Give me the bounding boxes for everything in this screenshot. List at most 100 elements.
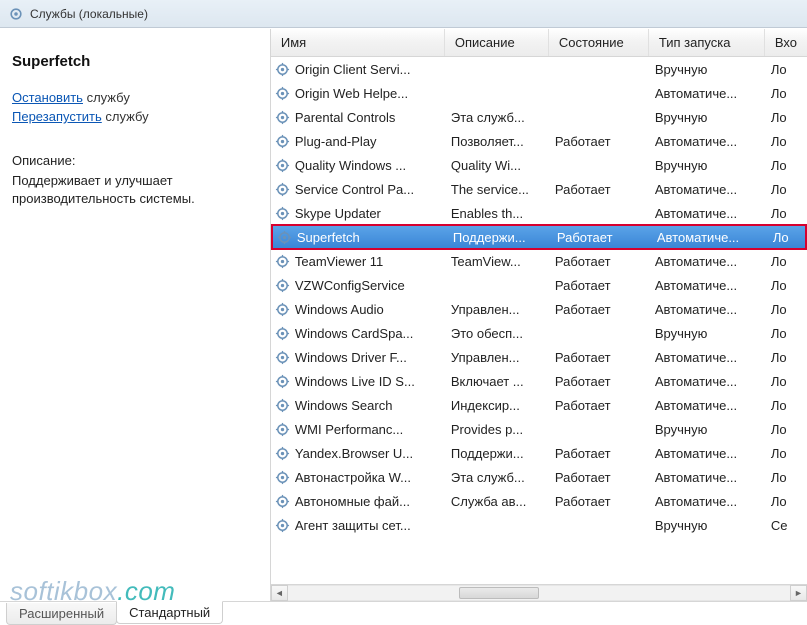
scroll-left-arrow[interactable]: ◄ bbox=[271, 585, 288, 601]
table-row[interactable]: TeamViewer 11TeamView...РаботаетАвтомати… bbox=[271, 249, 807, 273]
service-gear-icon bbox=[275, 517, 291, 533]
cell-logon: Се bbox=[765, 518, 807, 533]
description-text: Поддерживает и улучшает производительнос… bbox=[12, 172, 252, 208]
service-name-text: Quality Windows ... bbox=[295, 158, 406, 173]
service-gear-icon bbox=[275, 85, 291, 101]
cell-state: Работает bbox=[549, 302, 649, 317]
cell-startup: Автоматиче... bbox=[649, 206, 765, 221]
table-row[interactable]: WMI Performanc...Provides p...ВручнуюЛо bbox=[271, 417, 807, 441]
service-name-text: Windows CardSpa... bbox=[295, 326, 414, 341]
cell-startup: Автоматиче... bbox=[649, 494, 765, 509]
cell-description: Enables th... bbox=[445, 206, 549, 221]
cell-description: Provides p... bbox=[445, 422, 549, 437]
details-pane: Superfetch Остановить службу Перезапусти… bbox=[0, 29, 271, 601]
cell-description: Эта служб... bbox=[445, 470, 549, 485]
column-header-state[interactable]: Состояние bbox=[549, 29, 649, 56]
cell-name: Yandex.Browser U... bbox=[271, 445, 445, 461]
table-row[interactable]: Skype UpdaterEnables th...Автоматиче...Л… bbox=[271, 201, 807, 225]
service-gear-icon bbox=[275, 253, 291, 269]
column-header-description[interactable]: Описание bbox=[445, 29, 549, 56]
cell-name: WMI Performanc... bbox=[271, 421, 445, 437]
cell-name: Windows CardSpa... bbox=[271, 325, 445, 341]
cell-startup: Автоматиче... bbox=[649, 374, 765, 389]
cell-state: Работает bbox=[549, 350, 649, 365]
restart-suffix: службу bbox=[102, 109, 149, 124]
table-row[interactable]: Yandex.Browser U...Поддержи...РаботаетАв… bbox=[271, 441, 807, 465]
cell-logon: Ло bbox=[765, 326, 807, 341]
scroll-right-arrow[interactable]: ► bbox=[790, 585, 807, 601]
cell-logon: Ло bbox=[765, 350, 807, 365]
cell-logon: Ло bbox=[765, 446, 807, 461]
table-row[interactable]: Service Control Pa...The service...Работ… bbox=[271, 177, 807, 201]
service-name-text: WMI Performanc... bbox=[295, 422, 403, 437]
table-row[interactable]: VZWConfigServiceРаботаетАвтоматиче...Ло bbox=[271, 273, 807, 297]
restart-service-link[interactable]: Перезапустить bbox=[12, 109, 102, 124]
cell-description: Управлен... bbox=[445, 350, 549, 365]
table-row[interactable]: Автонастройка W...Эта служб...РаботаетАв… bbox=[271, 465, 807, 489]
cell-startup: Автоматиче... bbox=[649, 86, 765, 101]
table-row[interactable]: Агент защиты сет...ВручнуюСе bbox=[271, 513, 807, 537]
service-gear-icon bbox=[275, 469, 291, 485]
view-tabs: Расширенный Стандартный bbox=[0, 601, 807, 625]
cell-startup: Вручную bbox=[649, 422, 765, 437]
cell-state: Работает bbox=[549, 134, 649, 149]
cell-logon: Ло bbox=[765, 182, 807, 197]
table-row[interactable]: Windows Live ID S...Включает ...Работает… bbox=[271, 369, 807, 393]
tab-standard[interactable]: Стандартный bbox=[116, 601, 223, 624]
service-gear-icon bbox=[275, 181, 291, 197]
column-header-startup[interactable]: Тип запуска bbox=[649, 29, 765, 56]
cell-state: Работает bbox=[549, 446, 649, 461]
table-row[interactable]: Quality Windows ...Quality Wi...ВручнуюЛ… bbox=[271, 153, 807, 177]
cell-logon: Ло bbox=[765, 158, 807, 173]
cell-startup: Вручную bbox=[649, 326, 765, 341]
service-name-text: Windows Search bbox=[295, 398, 393, 413]
scroll-track[interactable] bbox=[288, 585, 790, 601]
cell-description: Включает ... bbox=[445, 374, 549, 389]
tab-extended[interactable]: Расширенный bbox=[6, 603, 117, 625]
gear-icon bbox=[8, 6, 24, 22]
cell-state: Работает bbox=[551, 230, 651, 245]
table-row[interactable]: Windows Driver F...Управлен...РаботаетАв… bbox=[271, 345, 807, 369]
table-row[interactable]: Windows SearchИндексир...РаботаетАвтомат… bbox=[271, 393, 807, 417]
service-name-text: Windows Live ID S... bbox=[295, 374, 415, 389]
service-gear-icon bbox=[275, 325, 291, 341]
cell-startup: Автоматиче... bbox=[649, 446, 765, 461]
service-gear-icon bbox=[275, 205, 291, 221]
service-name-text: Skype Updater bbox=[295, 206, 381, 221]
cell-description: Позволяет... bbox=[445, 134, 549, 149]
table-row[interactable]: Автономные фай...Служба ав...РаботаетАвт… bbox=[271, 489, 807, 513]
scroll-thumb[interactable] bbox=[459, 587, 539, 599]
stop-suffix: службу bbox=[83, 90, 130, 105]
cell-startup: Вручную bbox=[649, 110, 765, 125]
cell-description: Поддержи... bbox=[445, 446, 549, 461]
cell-logon: Ло bbox=[765, 86, 807, 101]
cell-startup: Автоматиче... bbox=[649, 398, 765, 413]
cell-startup: Автоматиче... bbox=[649, 302, 765, 317]
table-row[interactable]: Plug-and-PlayПозволяет...РаботаетАвтомат… bbox=[271, 129, 807, 153]
cell-name: Skype Updater bbox=[271, 205, 445, 221]
cell-name: Origin Web Helpe... bbox=[271, 85, 445, 101]
service-name-text: Windows Driver F... bbox=[295, 350, 407, 365]
table-row[interactable]: Origin Web Helpe... Автоматиче...Ло bbox=[271, 81, 807, 105]
horizontal-scrollbar[interactable]: ◄ ► bbox=[271, 584, 807, 601]
table-row[interactable]: Origin Client Servi...ВручнуюЛо bbox=[271, 57, 807, 81]
table-row[interactable]: Windows AudioУправлен...РаботаетАвтомати… bbox=[271, 297, 807, 321]
service-name-text: Superfetch bbox=[297, 230, 360, 245]
service-name-text: Агент защиты сет... bbox=[295, 518, 411, 533]
table-row[interactable]: SuperfetchПоддержи...РаботаетАвтоматиче.… bbox=[271, 224, 807, 250]
column-header-name[interactable]: Имя bbox=[271, 29, 445, 56]
stop-service-link[interactable]: Остановить bbox=[12, 90, 83, 105]
cell-logon: Ло bbox=[765, 278, 807, 293]
cell-description: Эта служб... bbox=[445, 110, 549, 125]
service-gear-icon bbox=[275, 373, 291, 389]
column-header-logon[interactable]: Вхо bbox=[765, 29, 807, 56]
cell-logon: Ло bbox=[765, 398, 807, 413]
table-row[interactable]: Parental ControlsЭта служб...ВручнуюЛо bbox=[271, 105, 807, 129]
cell-startup: Автоматиче... bbox=[649, 182, 765, 197]
cell-startup: Автоматиче... bbox=[649, 470, 765, 485]
cell-logon: Ло bbox=[765, 494, 807, 509]
cell-state: Работает bbox=[549, 278, 649, 293]
cell-name: Агент защиты сет... bbox=[271, 517, 445, 533]
table-row[interactable]: Windows CardSpa...Это обесп...ВручнуюЛо bbox=[271, 321, 807, 345]
service-gear-icon bbox=[275, 445, 291, 461]
